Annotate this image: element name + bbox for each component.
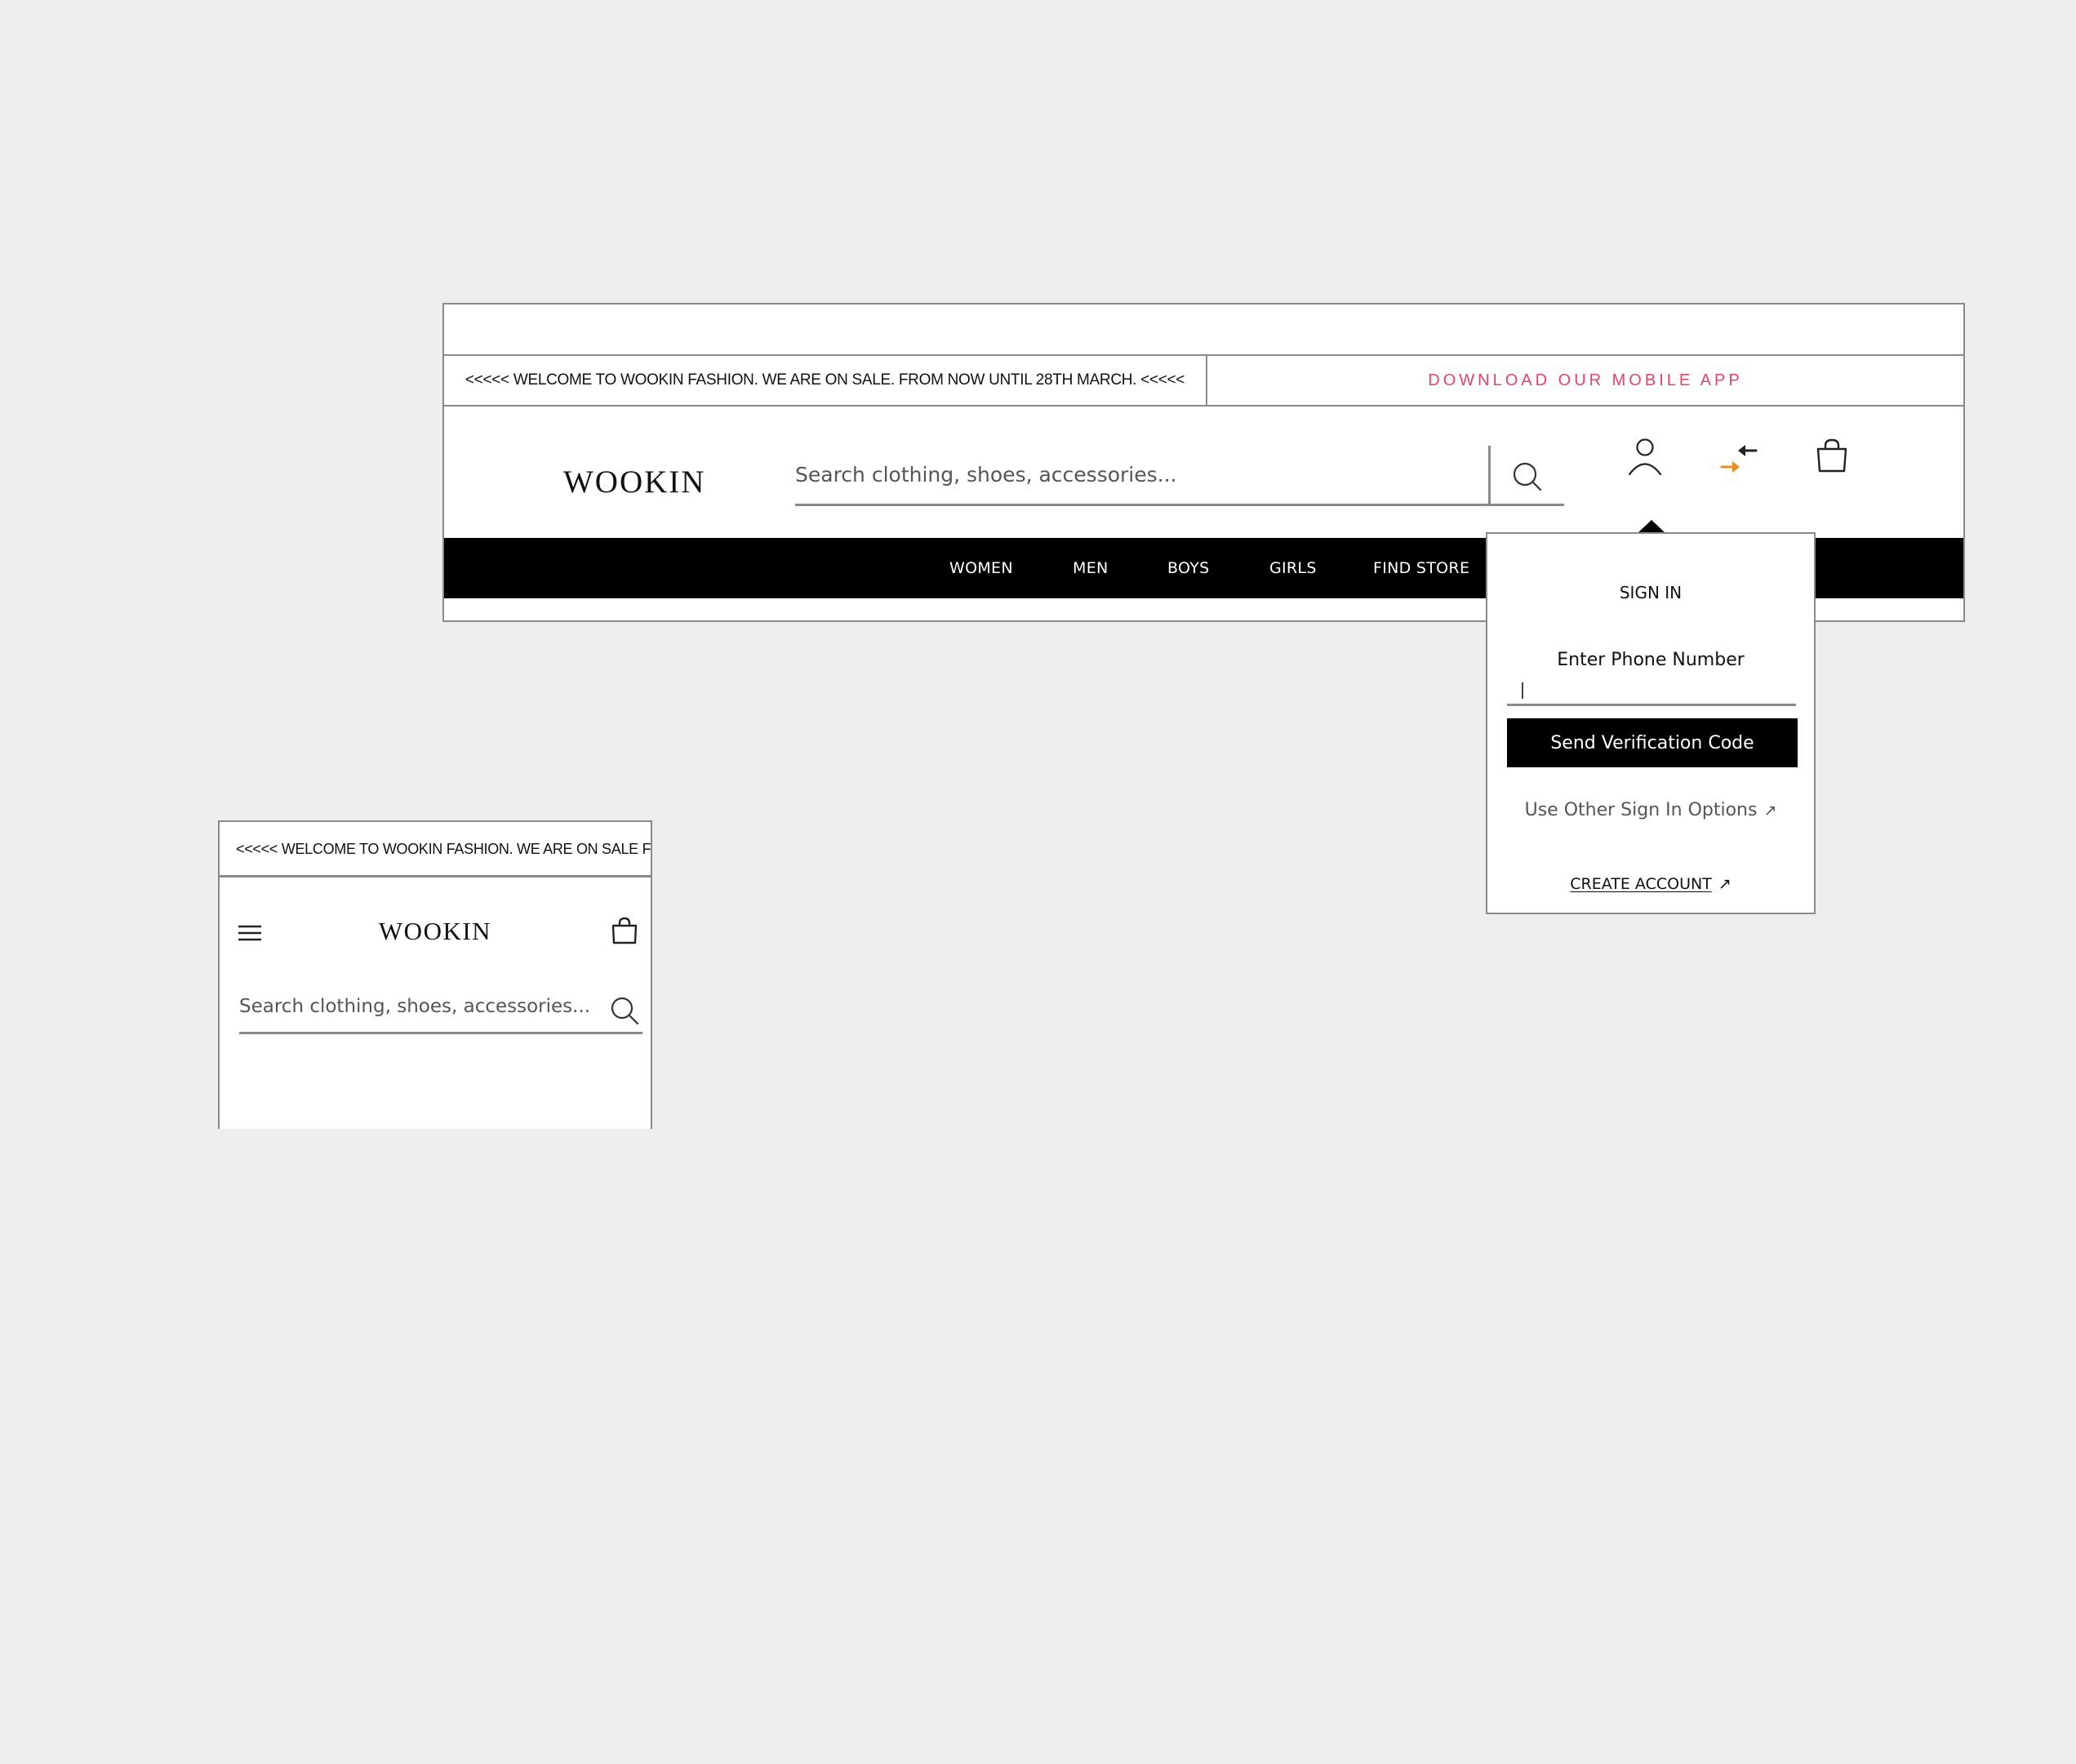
promo-bar: <<<<< WELCOME TO WOOKIN FASHION. WE ARE … xyxy=(444,356,1963,407)
popover-caret xyxy=(1638,520,1665,533)
search-input[interactable] xyxy=(795,446,1491,506)
mobile-mockup: <<<<< WELCOME TO WOOKIN FASHION. WE ARE … xyxy=(218,820,652,1129)
nav-item-boys[interactable]: BOYS xyxy=(1167,538,1209,598)
create-account-link[interactable]: CREATE ACCOUNT ↗ xyxy=(1487,875,1814,893)
shopping-bag-icon[interactable] xyxy=(611,917,638,944)
signin-popover: SIGN IN Enter Phone Number Send Verifica… xyxy=(1486,532,1816,914)
nav-item-find-store[interactable]: FIND STORE xyxy=(1373,538,1469,598)
user-icon[interactable] xyxy=(1627,438,1663,477)
phone-label: Enter Phone Number xyxy=(1557,650,1745,670)
search-underline xyxy=(1491,504,1564,506)
site-header: WOOKIN xyxy=(444,407,1963,538)
nav-item-men[interactable]: MEN xyxy=(1073,538,1109,598)
other-signin-options-label: Use Other Sign In Options xyxy=(1524,800,1758,820)
create-account-label: CREATE ACCOUNT xyxy=(1570,875,1712,893)
nav-item-women[interactable]: WOMEN xyxy=(949,538,1013,598)
external-link-icon: ↗ xyxy=(1763,802,1777,820)
compare-arrows-icon[interactable] xyxy=(1718,442,1759,475)
external-link-icon: ↗ xyxy=(1718,875,1731,893)
mobile-promo-bar: <<<<< WELCOME TO WOOKIN FASHION. WE ARE … xyxy=(220,822,651,878)
search-icon[interactable] xyxy=(609,995,640,1026)
search-icon[interactable] xyxy=(1511,460,1544,493)
mobile-search-input[interactable] xyxy=(239,980,642,1034)
top-empty-bar xyxy=(444,304,1963,356)
phone-input[interactable] xyxy=(1507,677,1796,706)
nav-item-girls[interactable]: GIRLS xyxy=(1269,538,1317,598)
promo-marquee: <<<<< WELCOME TO WOOKIN FASHION. WE ARE … xyxy=(444,356,1207,405)
signin-title: SIGN IN xyxy=(1619,583,1683,602)
send-verification-code-button[interactable]: Send Verification Code xyxy=(1507,718,1798,767)
text-cursor xyxy=(1522,682,1523,699)
mobile-logo[interactable]: WOOKIN xyxy=(220,917,651,946)
logo[interactable]: WOOKIN xyxy=(563,464,705,500)
other-signin-options-link[interactable]: Use Other Sign In Options ↗ xyxy=(1487,800,1814,820)
search-bar xyxy=(795,446,1564,508)
shopping-bag-icon[interactable] xyxy=(1814,438,1850,473)
download-app-link[interactable]: DOWNLOAD OUR MOBILE APP xyxy=(1207,356,1963,405)
